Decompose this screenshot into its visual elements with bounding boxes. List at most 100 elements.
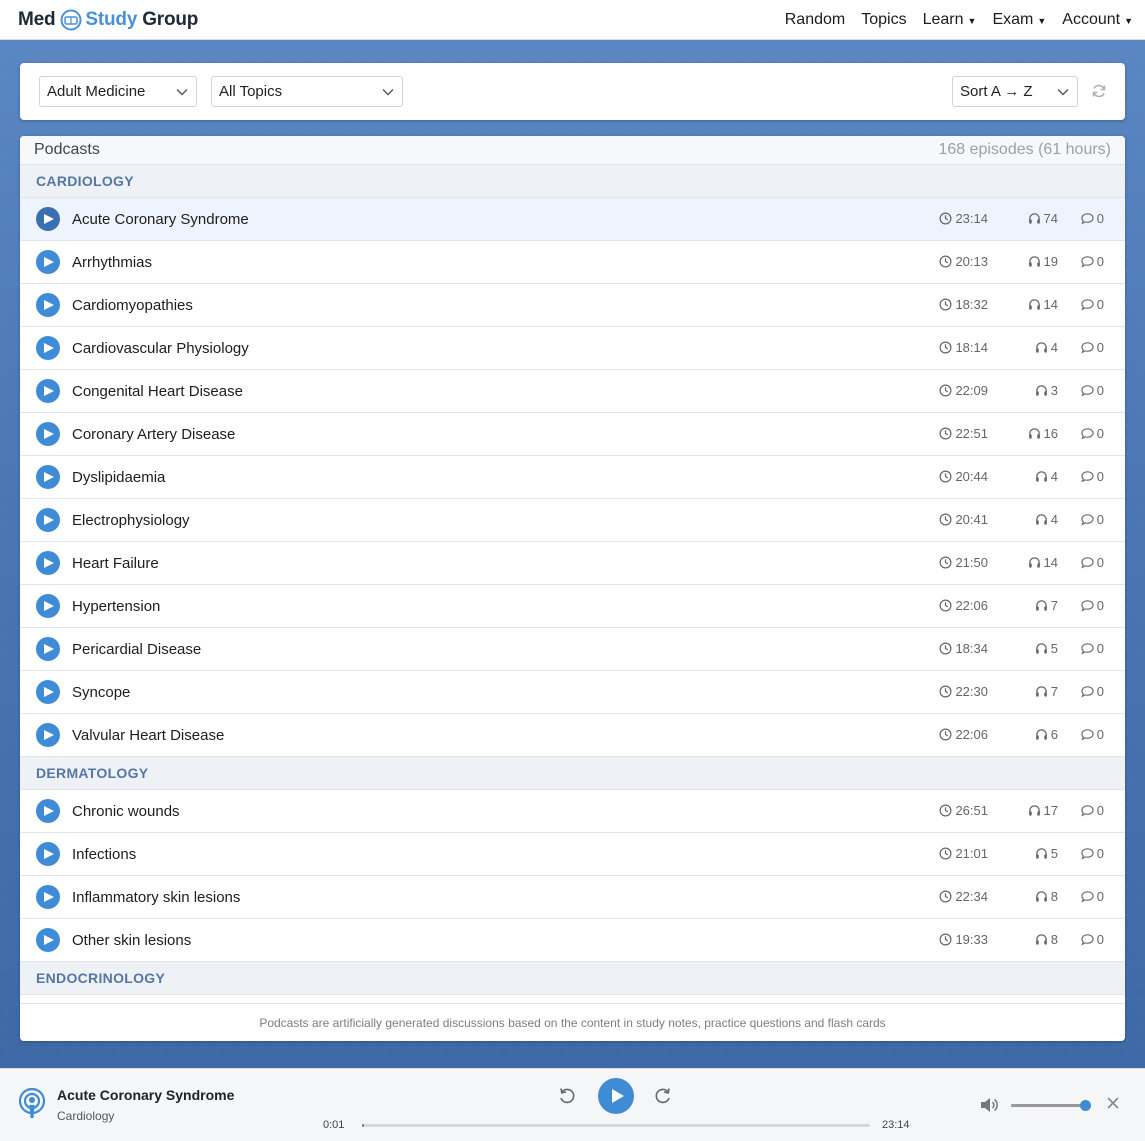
headphones-icon xyxy=(1028,256,1040,267)
episode-title: Electrophysiology xyxy=(72,511,190,529)
episode-row[interactable]: Inflammatory skin lesions 22:34 8 0 xyxy=(20,876,1125,919)
rewind-icon[interactable] xyxy=(558,1087,576,1105)
refresh-icon[interactable] xyxy=(1091,83,1107,99)
headphones-icon xyxy=(1028,428,1040,439)
episode-row[interactable]: Cardiovascular Physiology 18:14 4 0 xyxy=(20,327,1125,370)
episode-listens: 14 xyxy=(1028,555,1058,570)
episode-list[interactable]: CARDIOLOGY Acute Coronary Syndrome 23:14 74… xyxy=(20,165,1125,1002)
play-icon xyxy=(44,558,54,568)
episode-play-button[interactable] xyxy=(36,465,60,489)
episode-title: Other skin lesions xyxy=(72,931,192,949)
episode-listens: 5 xyxy=(1035,641,1058,656)
forward-icon[interactable] xyxy=(654,1087,672,1105)
specialty-select[interactable]: Adult Medicine xyxy=(39,76,197,107)
episode-play-button[interactable] xyxy=(36,928,60,952)
headphones-icon xyxy=(1035,848,1047,859)
category-header: CARDIOLOGY xyxy=(20,165,1125,198)
nav-learn[interactable]: Learn ▼ xyxy=(923,11,977,29)
episode-comments-value: 0 xyxy=(1096,684,1104,699)
play-icon xyxy=(44,806,54,816)
sort-select[interactable]: Sort A → Z xyxy=(952,76,1078,107)
episode-row[interactable]: Heart Failure 21:50 14 0 xyxy=(20,542,1125,585)
headphones-icon xyxy=(1035,514,1047,525)
site-logo[interactable]: Med Study Group xyxy=(18,9,198,31)
episode-play-button[interactable] xyxy=(36,422,60,446)
clock-icon xyxy=(939,642,952,655)
episode-row[interactable]: Chronic wounds 26:51 17 0 xyxy=(20,790,1125,833)
episode-play-button[interactable] xyxy=(36,723,60,747)
episode-play-button[interactable] xyxy=(36,250,60,274)
episode-listens-value: 7 xyxy=(1050,684,1058,699)
nav-exam[interactable]: Exam ▼ xyxy=(992,11,1046,29)
play-icon xyxy=(44,935,54,945)
play-icon xyxy=(44,214,54,224)
nav-topics[interactable]: Topics xyxy=(861,11,906,29)
episode-play-button[interactable] xyxy=(36,842,60,866)
content-area: Adult Medicine All Topics Sort A → Z Pod… xyxy=(0,40,1145,1068)
volume-icon[interactable] xyxy=(979,1096,999,1114)
episode-play-button[interactable] xyxy=(36,637,60,661)
episode-duration: 18:32 xyxy=(939,297,988,312)
episode-duration: 18:34 xyxy=(939,641,988,656)
episode-row[interactable]: Valvular Heart Disease 22:06 6 0 xyxy=(20,714,1125,757)
episode-row[interactable]: Hypertension 22:06 7 0 xyxy=(20,585,1125,628)
episode-play-button[interactable] xyxy=(36,207,60,231)
episode-row[interactable]: Coronary Artery Disease 22:51 16 0 xyxy=(20,413,1125,456)
volume-slider[interactable] xyxy=(1011,1100,1091,1111)
play-icon xyxy=(44,429,54,439)
episode-play-button[interactable] xyxy=(36,551,60,575)
clock-icon xyxy=(939,212,952,225)
logo-text-group: Group xyxy=(142,8,199,30)
nav-random[interactable]: Random xyxy=(785,11,845,29)
episode-play-button[interactable] xyxy=(36,293,60,317)
episode-comments: 0 xyxy=(1081,383,1104,398)
close-icon[interactable] xyxy=(1106,1096,1120,1110)
episode-play-button[interactable] xyxy=(36,799,60,823)
episode-row[interactable]: Arrhythmias 20:13 19 0 xyxy=(20,241,1125,284)
episode-row[interactable]: Infections 21:01 5 0 xyxy=(20,833,1125,876)
episode-title: Heart Failure xyxy=(72,554,159,572)
episode-title: Cardiomyopathies xyxy=(72,296,193,314)
episode-comments: 0 xyxy=(1081,469,1104,484)
episode-row[interactable]: Pericardial Disease 18:34 5 0 xyxy=(20,628,1125,671)
episode-listens-value: 7 xyxy=(1050,598,1058,613)
episode-play-button[interactable] xyxy=(36,379,60,403)
now-playing-title: Acute Coronary Syndrome xyxy=(57,1087,235,1103)
episode-listens-value: 16 xyxy=(1043,426,1058,441)
episode-comments: 0 xyxy=(1081,598,1104,613)
episode-play-button[interactable] xyxy=(36,594,60,618)
episode-play-button[interactable] xyxy=(36,885,60,909)
episode-duration-value: 22:34 xyxy=(955,889,988,904)
episode-row[interactable]: Congenital Heart Disease 22:09 3 0 xyxy=(20,370,1125,413)
nav-account[interactable]: Account ▼ xyxy=(1062,11,1133,29)
progress-bar[interactable] xyxy=(362,1124,870,1127)
volume-handle[interactable] xyxy=(1080,1100,1091,1111)
play-icon xyxy=(44,601,54,611)
episode-title: Congenital Heart Disease xyxy=(72,382,243,400)
play-icon xyxy=(44,300,54,310)
episode-row[interactable]: Other skin lesions 19:33 8 0 xyxy=(20,919,1125,962)
comment-icon xyxy=(1081,557,1094,569)
episode-row[interactable]: Cardiomyopathies 18:32 14 0 xyxy=(20,284,1125,327)
episode-listens: 74 xyxy=(1028,211,1058,226)
play-button[interactable] xyxy=(598,1078,634,1114)
episode-row[interactable]: Dyslipidaemia 20:44 4 0 xyxy=(20,456,1125,499)
episode-listens: 8 xyxy=(1035,889,1058,904)
play-icon xyxy=(44,730,54,740)
comment-icon xyxy=(1081,213,1094,225)
clock-icon xyxy=(939,804,952,817)
episode-row[interactable]: Acute Coronary Syndrome 23:14 74 0 xyxy=(20,198,1125,241)
episode-play-button[interactable] xyxy=(36,508,60,532)
episode-comments-value: 0 xyxy=(1096,512,1104,527)
episode-row[interactable]: Syncope 22:30 7 0 xyxy=(20,671,1125,714)
episode-comments: 0 xyxy=(1081,889,1104,904)
topic-select[interactable]: All Topics xyxy=(211,76,403,107)
episode-row[interactable]: Electrophysiology 20:41 4 0 xyxy=(20,499,1125,542)
episode-listens-value: 17 xyxy=(1043,803,1058,818)
episode-play-button[interactable] xyxy=(36,336,60,360)
episode-comments: 0 xyxy=(1081,297,1104,312)
episode-comments: 0 xyxy=(1081,727,1104,742)
episode-play-button[interactable] xyxy=(36,680,60,704)
episode-duration: 22:51 xyxy=(939,426,988,441)
chevron-down-icon xyxy=(382,88,394,95)
